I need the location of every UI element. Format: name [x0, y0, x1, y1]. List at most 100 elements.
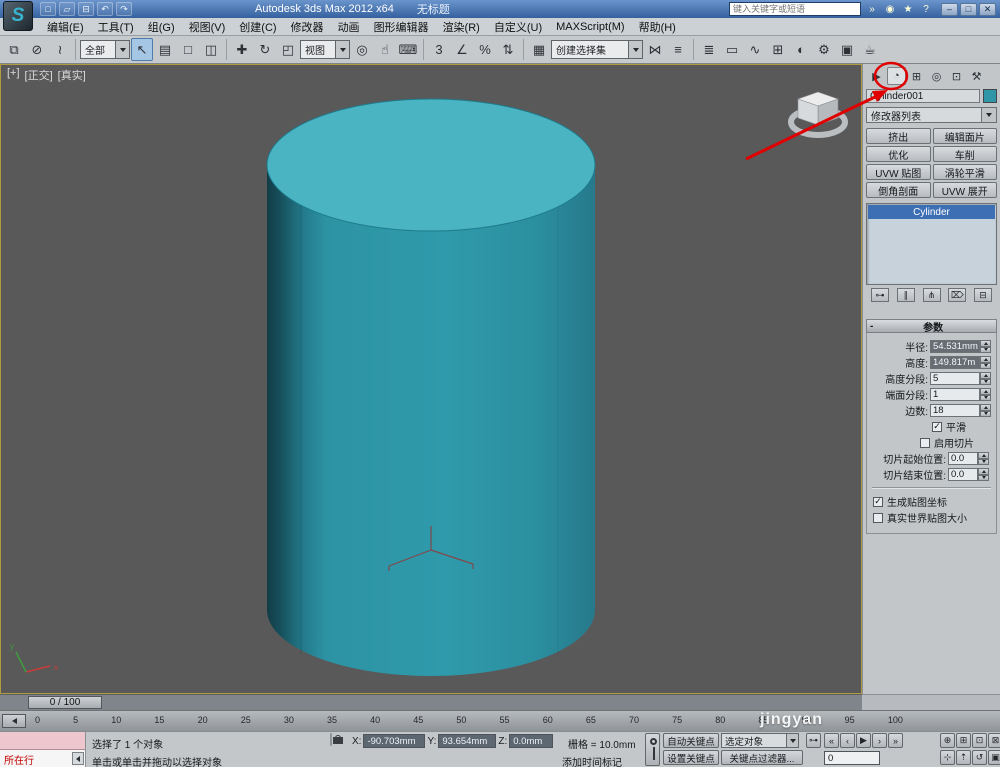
menu-item-10[interactable]: 自定义(U) [487, 18, 549, 35]
minimize-button[interactable]: – [941, 3, 958, 16]
keyboard-shortcut-override-icon[interactable]: ⌨ [397, 38, 419, 61]
x-coordinate-field[interactable]: -90.703mm [363, 734, 425, 748]
modifier-button-8[interactable]: UVW 展开 [933, 182, 998, 198]
pin-stack-icon[interactable]: ⊶ [871, 288, 889, 302]
modifier-button-7[interactable]: 倒角剖面 [866, 182, 931, 198]
maximize-viewport-icon[interactable]: ▣ [988, 750, 1000, 765]
named-selection-sets-dropdown[interactable]: 创建选择集 [551, 40, 643, 59]
select-and-rotate-icon[interactable]: ↻ [254, 38, 276, 61]
tab-hierarchy[interactable]: ⊞ [907, 67, 926, 85]
menu-item-11[interactable]: MAXScript(M) [549, 18, 631, 35]
modifier-button-5[interactable]: UVW 贴图 [866, 164, 931, 180]
graphite-ribbon-icon[interactable]: ▭ [721, 38, 743, 61]
modifier-button-1[interactable]: 挤出 [866, 128, 931, 144]
set-key-mode-button[interactable]: 设置关键点 [663, 750, 719, 765]
height-field[interactable]: 149.817m [930, 356, 980, 369]
radius-field[interactable]: 54.531mm [930, 340, 980, 353]
maxscript-mini-listener[interactable]: 所在行 [0, 732, 86, 767]
go-to-end-icon[interactable]: » [888, 733, 903, 748]
unlink-selection-icon[interactable]: ⊘ [26, 38, 48, 61]
modifier-stack[interactable]: Cylinder [866, 203, 997, 285]
edit-named-selection-sets-icon[interactable]: ▦ [528, 38, 550, 61]
slice-from-field[interactable]: 0.0 [948, 452, 978, 465]
favorites-star-icon[interactable]: ★ [900, 2, 916, 16]
chevron-down-icon[interactable] [981, 108, 996, 122]
selection-set-dropdown[interactable]: 选定对象 [721, 733, 799, 748]
spinner-snap-icon[interactable]: ⇅ [497, 38, 519, 61]
close-button[interactable]: ✕ [979, 3, 996, 16]
chevron-down-icon[interactable] [335, 41, 349, 58]
key-filters-button[interactable]: 关键点过滤器... [721, 750, 803, 765]
select-and-move-icon[interactable]: ✚ [231, 38, 253, 61]
generate-mapping-checkbox[interactable]: ✓ [873, 497, 883, 507]
rendered-frame-window-icon[interactable]: ▣ [836, 38, 858, 61]
radius-spinner[interactable] [980, 340, 991, 353]
viewport-pov-menu[interactable]: [正交] [25, 67, 53, 83]
chevron-down-icon[interactable] [786, 734, 798, 747]
slice-from-spinner[interactable] [978, 452, 989, 465]
angle-snap-icon[interactable]: ∠ [451, 38, 473, 61]
slice-to-spinner[interactable] [978, 468, 989, 481]
next-frame-icon[interactable]: › [872, 733, 887, 748]
align-icon[interactable]: ≡ [667, 38, 689, 61]
macro-recorder-line[interactable] [0, 732, 85, 750]
height-segments-field[interactable]: 5 [930, 372, 980, 385]
viewport[interactable]: [+] [正交] [真实] [0, 64, 862, 694]
help-icon[interactable]: ? [918, 2, 934, 16]
key-mode-toggle-icon[interactable]: ⊶ [806, 733, 821, 748]
menu-item-2[interactable]: 工具(T) [91, 18, 141, 35]
zoom-region-icon[interactable]: ⊠ [988, 733, 1000, 748]
selection-lock-icon[interactable] [330, 733, 332, 746]
tab-modify[interactable]: ◔ [887, 67, 906, 85]
layer-manager-icon[interactable]: ≣ [698, 38, 720, 61]
select-and-manipulate-icon[interactable]: ☝ [374, 38, 396, 61]
window-crossing-icon[interactable]: ◫ [200, 38, 222, 61]
reference-coordinate-dropdown[interactable]: 视图 [300, 40, 350, 59]
select-object-icon[interactable]: ↖ [131, 38, 153, 61]
modifier-button-2[interactable]: 编辑面片 [933, 128, 998, 144]
play-icon[interactable]: ▶ [856, 733, 871, 748]
modifier-list-dropdown[interactable]: 修改器列表 [866, 107, 997, 123]
time-slider-track[interactable]: 0 / 100 [0, 694, 862, 710]
curve-editor-icon[interactable]: ∿ [744, 38, 766, 61]
tab-create[interactable]: ▶ [867, 67, 886, 85]
go-to-start-icon[interactable]: « [824, 733, 839, 748]
zoom-icon[interactable]: ⊕ [940, 733, 955, 748]
slice-to-field[interactable]: 0.0 [948, 468, 978, 481]
viewport-general-menu[interactable]: [+] [7, 67, 20, 83]
configure-modifier-sets-icon[interactable]: ⊟ [974, 288, 992, 302]
time-slider-handle[interactable]: 0 / 100 [28, 696, 102, 709]
snaps-toggle-icon[interactable]: 3 [428, 38, 450, 61]
mirror-icon[interactable]: ⋈ [644, 38, 666, 61]
make-unique-icon[interactable]: ⋔ [923, 288, 941, 302]
show-end-result-icon[interactable]: ∥ [897, 288, 915, 302]
chevron-down-icon[interactable] [115, 41, 129, 58]
communication-center-icon[interactable]: ◉ [882, 2, 898, 16]
menu-item-5[interactable]: 创建(C) [232, 18, 283, 35]
bind-to-space-warp-icon[interactable]: ≀ [49, 38, 71, 61]
rectangular-selection-region-icon[interactable]: □ [177, 38, 199, 61]
schematic-view-icon[interactable]: ⊞ [767, 38, 789, 61]
listener-scroll-left-icon[interactable] [72, 752, 84, 765]
smooth-checkbox[interactable]: ✓ [932, 422, 942, 432]
menu-item-6[interactable]: 修改器 [284, 18, 331, 35]
redo-icon[interactable]: ↷ [116, 2, 132, 16]
render-production-icon[interactable]: ☕ [859, 38, 881, 61]
menu-item-12[interactable]: 帮助(H) [632, 18, 683, 35]
real-world-map-checkbox[interactable] [873, 513, 883, 523]
new-scene-icon[interactable]: □ [40, 2, 56, 16]
undo-icon[interactable]: ↶ [97, 2, 113, 16]
tab-utilities[interactable]: ⚒ [967, 67, 986, 85]
listener-line[interactable]: 所在行 [0, 750, 85, 767]
app-logo[interactable]: S [3, 1, 33, 31]
z-coordinate-field[interactable]: 0.0mm [509, 734, 553, 748]
track-bar[interactable]: 0510152025303540455055606570758085909510… [0, 710, 1000, 731]
percent-snap-icon[interactable]: % [474, 38, 496, 61]
infocenter-search-input[interactable] [730, 4, 860, 14]
selection-filter-dropdown[interactable]: 全部 [80, 40, 130, 59]
y-coordinate-field[interactable]: 93.654mm [438, 734, 496, 748]
viewport-scene[interactable]: x y [0, 64, 862, 694]
walk-through-icon[interactable]: ⇡ [956, 750, 971, 765]
menu-item-3[interactable]: 组(G) [141, 18, 182, 35]
menu-item-4[interactable]: 视图(V) [182, 18, 233, 35]
